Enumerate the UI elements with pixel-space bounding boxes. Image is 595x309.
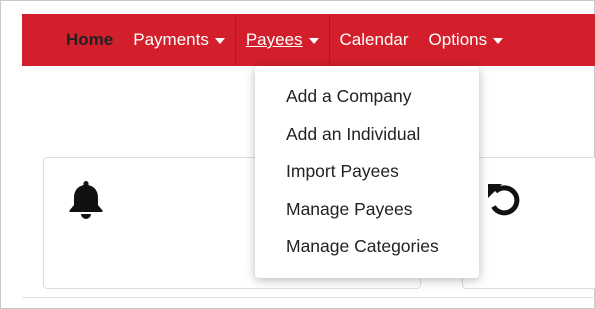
menu-item-import-payees[interactable]: Import Payees [255,153,479,191]
payees-dropdown-menu: Add a Company Add an Individual Import P… [255,66,479,278]
bell-icon[interactable] [64,178,108,222]
nav-payees[interactable]: Payees [234,14,330,66]
nav-home-label: Home [66,30,114,49]
undo-icon[interactable] [484,180,524,220]
nav-calendar[interactable]: Calendar [330,14,419,66]
nav-payments-label: Payments [133,30,209,49]
nav-options-label: Options [428,30,488,49]
nav-payments[interactable]: Payments [123,14,235,66]
caret-down-icon [308,38,319,44]
menu-item-add-individual[interactable]: Add an Individual [255,116,479,154]
caret-down-icon [214,38,225,44]
nav-options[interactable]: Options [419,14,514,66]
main-navbar: Home Payments Payees Calendar Options [22,14,595,66]
menu-item-add-company[interactable]: Add a Company [255,78,479,116]
menu-item-manage-categories[interactable]: Manage Categories [255,228,479,266]
nav-home[interactable]: Home [56,14,123,66]
nav-calendar-label: Calendar [339,30,409,49]
nav-payees-label: Payees [245,30,303,49]
caret-down-icon [493,38,504,44]
divider [22,297,595,298]
menu-item-manage-payees[interactable]: Manage Payees [255,191,479,229]
history-card [462,157,595,289]
